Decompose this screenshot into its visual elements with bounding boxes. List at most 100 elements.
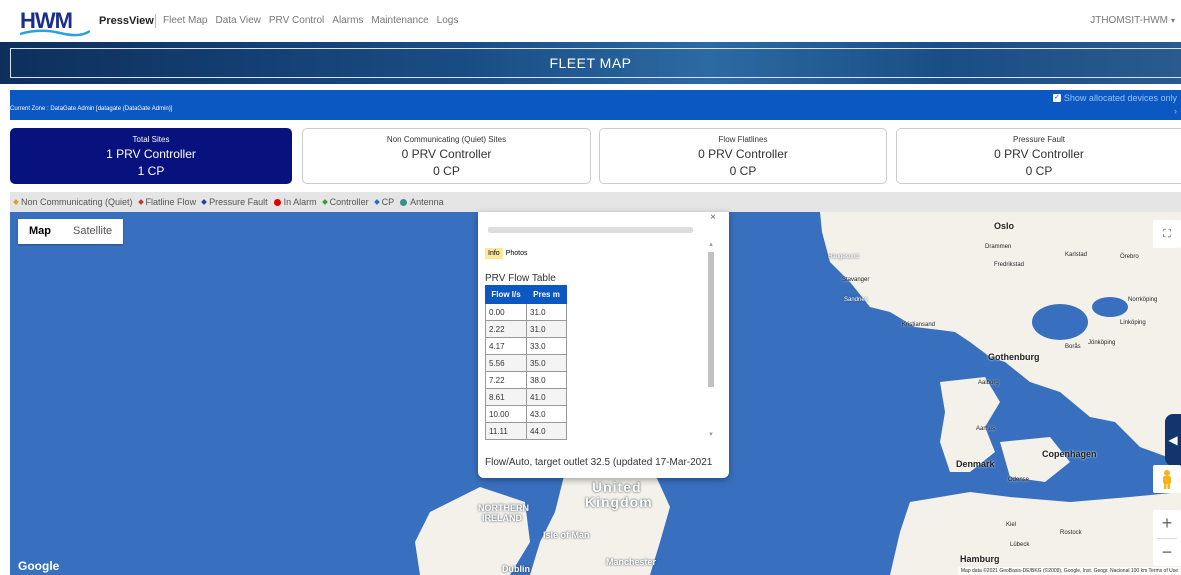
map-label-norrkoping: Norrköping: [1128, 297, 1158, 303]
scroll-thumb[interactable]: [708, 252, 714, 387]
nav-logs[interactable]: Logs: [437, 15, 459, 26]
map-label-jonkoping: Jönköping: [1088, 340, 1116, 346]
popup-status-text: Flow/Auto, target outlet 32.5 (updated 1…: [485, 457, 713, 468]
map-label-lubeck: Lübeck: [1010, 542, 1030, 548]
card-prv-count: 0 PRV Controller: [994, 147, 1084, 161]
nav-fleet-map[interactable]: Fleet Map: [163, 15, 207, 26]
nav-maintenance[interactable]: Maintenance: [371, 15, 428, 26]
flow-table-title: PRV Flow Table: [485, 273, 556, 284]
cell-flow: 4.17: [485, 337, 527, 355]
checkbox-checked-icon[interactable]: ✓: [1052, 94, 1061, 102]
map-label-linkoping: Linköping: [1120, 320, 1146, 326]
nav-alarms[interactable]: Alarms: [332, 15, 363, 26]
popup-tabs: Info Photos: [485, 248, 530, 259]
zoom-in-icon[interactable]: +: [1153, 510, 1181, 538]
map-label-denmark: Denmark: [956, 459, 995, 469]
map-type-satellite[interactable]: Satellite: [62, 219, 123, 244]
map-label-dublin: Dublin: [502, 564, 530, 574]
map-label-sandnes: Sandnes: [844, 297, 868, 303]
legend-non-communicating: Non Communicating (Quiet): [13, 197, 133, 207]
diamond-icon: [321, 199, 328, 205]
pegman-icon[interactable]: [1153, 465, 1181, 493]
card-cp-count: 0 CP: [729, 164, 757, 178]
map-type-map[interactable]: Map: [18, 219, 62, 244]
card-non-communicating[interactable]: Non Communicating (Quiet) Sites 0 PRV Co…: [302, 128, 591, 184]
cell-pressure: 38.0: [526, 371, 567, 389]
user-menu[interactable]: JTHOMSIT-HWM ▾: [1090, 15, 1175, 26]
top-navbar: HWM PressView Fleet Map Data View PRV Co…: [0, 0, 1181, 42]
cell-flow: 7.22: [485, 371, 527, 389]
map-type-toggle: Map Satellite: [18, 219, 124, 244]
scroll-up-icon[interactable]: ▲: [707, 242, 715, 248]
close-icon[interactable]: ×: [710, 212, 716, 223]
nav-data-view[interactable]: Data View: [215, 15, 260, 26]
map-label-manchester: Manchester: [606, 557, 657, 567]
tab-info[interactable]: Info: [485, 248, 503, 259]
map-attribution[interactable]: Map data ©2021 GeoBasis-DE/BKG (©2009), …: [957, 567, 1181, 575]
legend-label: Non Communicating (Quiet): [21, 197, 133, 207]
cell-pressure: 31.0: [526, 320, 567, 338]
cell-pressure: 44.0: [526, 422, 567, 440]
diamond-icon: [373, 199, 380, 205]
map-label-kiel: Kiel: [1006, 522, 1017, 528]
popup-scrollbar[interactable]: ▲ ▼: [707, 242, 715, 438]
map-label-haugesund: Haugesund: [828, 254, 859, 260]
brand-name[interactable]: PressView: [99, 15, 154, 27]
hwm-logo[interactable]: HWM: [20, 8, 90, 37]
legend-label: Flatline Flow: [145, 197, 197, 207]
table-row: 2.22 31.0: [485, 320, 567, 338]
allocated-devices-toggle[interactable]: ✓ Show allocated devices only: [1052, 93, 1177, 103]
caret-down-icon: ▾: [1170, 16, 1175, 25]
map-label-drammen: Drammen: [985, 244, 1012, 250]
site-info-popup[interactable]: × Info Photos PRV Flow Table Flow l/s Pr…: [478, 212, 729, 478]
card-cp-count: 0 CP: [433, 164, 460, 178]
map-label-boras: Borås: [1065, 344, 1081, 350]
arrow-left-icon[interactable]: ◀: [1165, 414, 1181, 466]
popup-site-title: [488, 227, 693, 233]
card-title: Non Communicating (Quiet) Sites: [386, 135, 507, 144]
legend-cp: CP: [373, 197, 394, 207]
map-label-oslo: Oslo: [994, 221, 1015, 231]
card-pressure-fault[interactable]: Pressure Fault 0 PRV Controller 0 CP: [896, 128, 1181, 184]
cell-flow: 2.22: [485, 320, 527, 338]
card-total-sites[interactable]: Total Sites 1 PRV Controller 1 CP: [10, 128, 292, 184]
map-label-united: United: [592, 479, 642, 495]
card-title: Flow Flatlines: [718, 135, 768, 144]
cell-pressure: 35.0: [526, 354, 567, 372]
table-header-row: Flow l/s Pres m: [485, 285, 567, 304]
map-label-aarhus: Aarhus: [976, 426, 996, 432]
table-row: 10.00 43.0: [485, 405, 567, 423]
card-flow-flatlines[interactable]: Flow Flatlines 0 PRV Controller 0 CP: [599, 128, 887, 184]
diamond-icon: [137, 199, 144, 205]
legend-pressure-fault: Pressure Fault: [201, 197, 268, 207]
fullscreen-icon[interactable]: ⛶: [1153, 220, 1181, 248]
tab-photos[interactable]: Photos: [503, 248, 531, 259]
circle-icon: [273, 198, 281, 206]
zoom-out-icon[interactable]: −: [1153, 539, 1181, 567]
nav-links: Fleet Map Data View PRV Control Alarms M…: [163, 15, 466, 26]
allocated-devices-label: Show allocated devices only: [1063, 93, 1177, 103]
card-cp-count: 1 CP: [137, 164, 165, 178]
chevron-right-icon[interactable]: ›: [1174, 106, 1177, 116]
table-row: 7.22 38.0: [485, 371, 567, 389]
card-prv-count: 0 PRV Controller: [401, 147, 492, 161]
map-label-karlstad: Karlstad: [1065, 252, 1088, 258]
map-label-kingdom: Kingdom: [585, 494, 653, 510]
scroll-down-icon[interactable]: ▼: [707, 432, 715, 438]
cell-flow: 10.00: [485, 405, 527, 423]
map-label-fredrikstad: Fredrikstad: [994, 262, 1025, 268]
nav-prv-control[interactable]: PRV Control: [269, 15, 324, 26]
page-title: FLEET MAP: [549, 55, 632, 71]
cell-pressure: 31.0: [526, 303, 567, 321]
map-label-kristiansand: Kristiansand: [902, 322, 936, 328]
table-row: 11.11 44.0: [485, 422, 567, 440]
legend-controller: Controller: [321, 197, 369, 207]
map-label-isle-of-man: Isle of Man: [543, 530, 590, 540]
map-label-gothenburg: Gothenburg: [988, 352, 1040, 362]
legend-in-alarm: In Alarm: [273, 197, 317, 207]
cell-pressure: 33.0: [526, 337, 567, 355]
table-row: 5.56 35.0: [485, 354, 567, 372]
diamond-icon: [13, 199, 19, 205]
map-label-northern: NORTHERN: [478, 503, 529, 513]
nav-divider: [155, 14, 156, 28]
